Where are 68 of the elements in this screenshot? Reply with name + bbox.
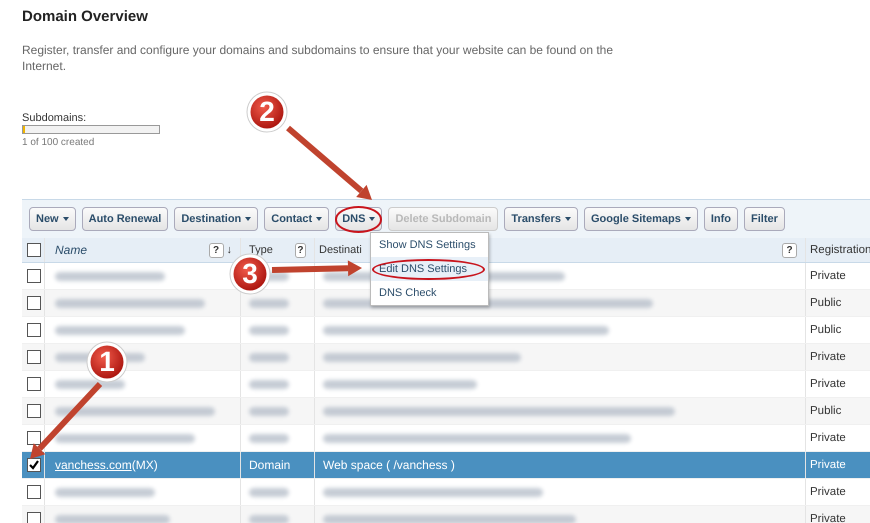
blurred-text [249, 298, 289, 308]
table-row[interactable]: Public [22, 398, 870, 425]
checkbox[interactable] [27, 512, 41, 523]
table-cell: Private [810, 486, 846, 498]
table-row[interactable]: Private [22, 425, 870, 452]
toolbar-button[interactable]: Contact [264, 207, 330, 231]
caret-icon [684, 217, 691, 221]
blurred-text [249, 406, 289, 416]
sort-icon[interactable]: ↓ [226, 244, 232, 256]
caret-icon [369, 217, 376, 221]
blurred-text [249, 352, 289, 362]
subdomains-caption: 1 of 100 created [22, 137, 96, 148]
blurred-text [249, 514, 289, 523]
help-icon[interactable]: ? [782, 242, 797, 258]
column-header[interactable]: Destinati [319, 244, 362, 256]
blurred-text [249, 434, 289, 442]
table-cell: Private [810, 459, 846, 471]
caret-icon [62, 217, 69, 221]
checkbox[interactable] [27, 377, 41, 391]
checkbox[interactable] [27, 350, 41, 364]
table-cell: Public [810, 405, 842, 417]
step-number-badge: 2 [246, 92, 288, 132]
checkbox[interactable] [27, 296, 41, 310]
step-number-badge: 1 [86, 342, 128, 382]
table-cell: Private [810, 351, 846, 363]
table-row[interactable]: Private [22, 371, 870, 398]
page-title: Domain Overview [21, 7, 149, 25]
table-cell: Public [810, 324, 842, 336]
table-cell: Web space ( /vanchess ) [323, 458, 455, 472]
column-header[interactable]: Type [249, 244, 273, 256]
caret-icon [316, 217, 322, 221]
table-cell: Private [810, 432, 846, 444]
page-description: Register, transfer and configure your domains and subdomains to ensure that your website can be found on the Internet. [22, 42, 614, 74]
checkbox[interactable] [27, 269, 41, 283]
checkbox[interactable] [27, 458, 41, 472]
table-row[interactable]: Private [22, 479, 870, 506]
table-cell: Domain [249, 458, 290, 472]
toolbar-button[interactable]: New [29, 207, 76, 231]
column-header[interactable]: Name [55, 243, 206, 257]
help-icon[interactable]: ? [294, 242, 306, 258]
caret-icon [564, 217, 571, 221]
checkbox[interactable] [27, 404, 41, 418]
menu-item[interactable]: Show DNS Settings [371, 233, 488, 257]
checkbox[interactable] [27, 485, 41, 499]
subdomains-label: Subdomains: [22, 112, 86, 124]
blurred-text [249, 326, 289, 334]
menu-item[interactable]: Edit DNS Settings [371, 257, 488, 281]
table-cell: Private [810, 513, 846, 523]
blurred-text [249, 488, 289, 496]
table-cell: Private [810, 270, 846, 282]
table-cell: Public [810, 297, 842, 309]
caret-icon [245, 217, 252, 221]
toolbar-button[interactable]: Filter [744, 207, 785, 231]
blurred-text [249, 380, 289, 388]
table-row[interactable]: Public [22, 317, 870, 344]
toolbar-button[interactable]: DNS [335, 207, 382, 231]
toolbar-button[interactable]: Transfers [504, 207, 578, 231]
toolbar-button[interactable]: Destination [174, 207, 258, 231]
help-icon[interactable]: ? [208, 242, 224, 258]
checkbox[interactable] [27, 243, 41, 257]
table-cell: Private [810, 378, 846, 390]
toolbar-button[interactable]: Google Sitemaps [584, 207, 698, 231]
table-row[interactable]: Private [22, 506, 870, 523]
toolbar-button[interactable]: Auto Renewal [82, 207, 168, 231]
toolbar-button[interactable]: Info [704, 207, 738, 231]
checkbox[interactable] [27, 323, 41, 337]
domain-suffix: (MX) [132, 458, 158, 472]
checkbox[interactable] [27, 431, 41, 445]
